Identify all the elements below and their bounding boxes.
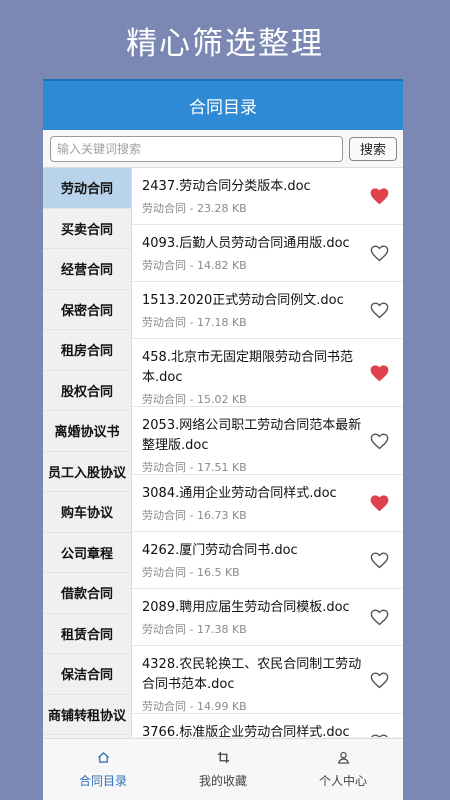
tab-label: 个人中心 [318,773,367,788]
tab-bar: 合同目录 我的收藏 个人中心 [43,738,403,800]
file-meta: 劳动合同 - 23.28 KB [142,202,247,215]
list-item[interactable]: 2053.网络公司职工劳动合同范本最新整理版.doc 劳动合同 - 17.51 K… [132,407,403,475]
tab-favorites[interactable]: 我的收藏 [163,739,283,800]
file-name: 4093.后勤人员劳动合同通用版.doc [142,236,350,251]
sidebar-item-category[interactable]: 保密合同 [43,290,131,330]
navbar: 合同目录 [43,79,403,130]
heart-filled-icon[interactable] [369,364,389,382]
sidebar-item-category[interactable]: 商铺转租协议 [43,695,131,735]
file-meta: 劳动合同 - 14.99 KB [142,700,247,713]
sidebar-item-category[interactable]: 租房合同 [43,330,131,371]
sidebar-item-category[interactable]: 购车协议 [43,492,131,533]
list-item[interactable]: 458.北京市无固定期限劳动合同书范本.doc 劳动合同 - 15.02 KB [132,339,403,407]
page-title: 合同目录 [189,98,257,118]
content-area: 劳动合同 买卖合同 经营合同 保密合同 租房合同 股权合同 离婚协议书 员工入股协议 购车协议公… [43,168,403,737]
sidebar-item-category[interactable]: 买卖合同 [43,209,131,249]
heart-filled-icon[interactable] [369,188,389,206]
sidebar-item-category[interactable]: 员工入股协议 [43,452,131,492]
list-item[interactable]: 3084.通用企业劳动合同样式.doc 劳动合同 - 16.73 KB [132,475,403,532]
app-screen: 合同目录 搜索 劳动合同买卖合同经营合同保密合同租房合同股权合同离婚协议书员工入… [43,79,403,800]
sidebar-item-category[interactable]: 劳动合同 [43,168,131,209]
sidebar-item-category[interactable]: 租赁合同 [43,614,131,654]
sidebar-item-category[interactable]: 保洁合同 [43,654,131,695]
list-item[interactable]: 1513.2020正式劳动合同例文.doc 劳动合同 - 17.18 KB [132,282,403,339]
file-meta: 劳动合同 - 15.02 KB [142,393,247,406]
file-meta: 劳动合同 - 14.82 KB [142,259,247,272]
list-item[interactable]: 2089.聘用应届生劳动合同模板.doc 劳动合同 - 17.38 KB [132,589,403,646]
heart-outline-icon[interactable] [369,245,389,263]
list-item[interactable]: 4328.农民轮换工、农民合同制工劳动合同书范本.doc 劳动合同 - 14.99… [132,646,403,714]
sidebar-item-category[interactable]: 借款合同 [43,573,131,614]
heart-outline-icon[interactable] [369,734,389,737]
person-icon [337,751,350,767]
list-item[interactable]: 3766.标准版企业劳动合同样式.doc [132,714,403,737]
tab-label: 我的收藏 [198,773,247,788]
search-button[interactable]: 搜索 [349,136,397,161]
list-item[interactable]: 2437.劳动合同分类版本.doc 劳动合同 - 23.28 KB [132,168,403,225]
tab-profile[interactable]: 个人中心 [283,739,403,800]
sidebar-item-category[interactable]: 经营合同 [43,249,131,290]
file-name: 3766.标准版企业劳动合同样式.doc [142,725,350,737]
file-meta: 劳动合同 - 17.38 KB [142,623,247,636]
heart-outline-icon[interactable] [369,671,389,689]
file-meta: 劳动合同 - 17.51 KB [142,461,247,474]
sidebar-item-category[interactable]: 公司章程 [43,533,131,573]
search-input[interactable] [50,135,343,162]
file-name: 458.北京市无固定期限劳动合同书范本.doc [142,350,353,385]
sidebar-item-category[interactable]: 离婚协议书 [43,411,131,452]
heart-outline-icon[interactable] [369,302,389,320]
file-name: 2089.聘用应届生劳动合同模板.doc [142,600,350,615]
home-icon [97,751,110,767]
tab-label: 合同目录 [78,773,127,788]
heart-outline-icon[interactable] [369,609,389,627]
file-name: 4262.厦门劳动合同书.doc [142,543,298,558]
file-name: 2437.劳动合同分类版本.doc [142,179,311,194]
file-name: 3084.通用企业劳动合同样式.doc [142,486,337,501]
file-meta: 劳动合同 - 16.5 KB [142,566,240,579]
file-meta: 劳动合同 - 17.18 KB [142,316,247,329]
search-bar: 搜索 [43,130,403,168]
file-name: 2053.网络公司职工劳动合同范本最新整理版.doc [142,418,362,453]
tab-catalog[interactable]: 合同目录 [43,739,163,800]
file-list[interactable]: 2437.劳动合同分类版本.doc 劳动合同 - 23.28 KB 4093.后勤人… [132,168,403,737]
crop-icon [217,751,230,767]
file-meta: 劳动合同 - 16.73 KB [142,509,247,522]
file-name: 1513.2020正式劳动合同例文.doc [142,293,344,308]
heart-outline-icon[interactable] [369,432,389,450]
category-sidebar: 劳动合同 买卖合同 经营合同 保密合同 租房合同 股权合同 离婚协议书 员工入股协议 购车协议公… [43,168,132,737]
list-item[interactable]: 4262.厦门劳动合同书.doc 劳动合同 - 16.5 KB [132,532,403,589]
heart-outline-icon[interactable] [369,552,389,570]
promo-title: 精心筛选整理 [126,26,324,62]
file-name: 4328.农民轮换工、农民合同制工劳动合同书范本.doc [142,657,362,692]
heart-filled-icon[interactable] [369,495,389,513]
list-item[interactable]: 4093.后勤人员劳动合同通用版.doc 劳动合同 - 14.82 KB [132,225,403,282]
sidebar-item-category[interactable]: 股权合同 [43,371,131,411]
